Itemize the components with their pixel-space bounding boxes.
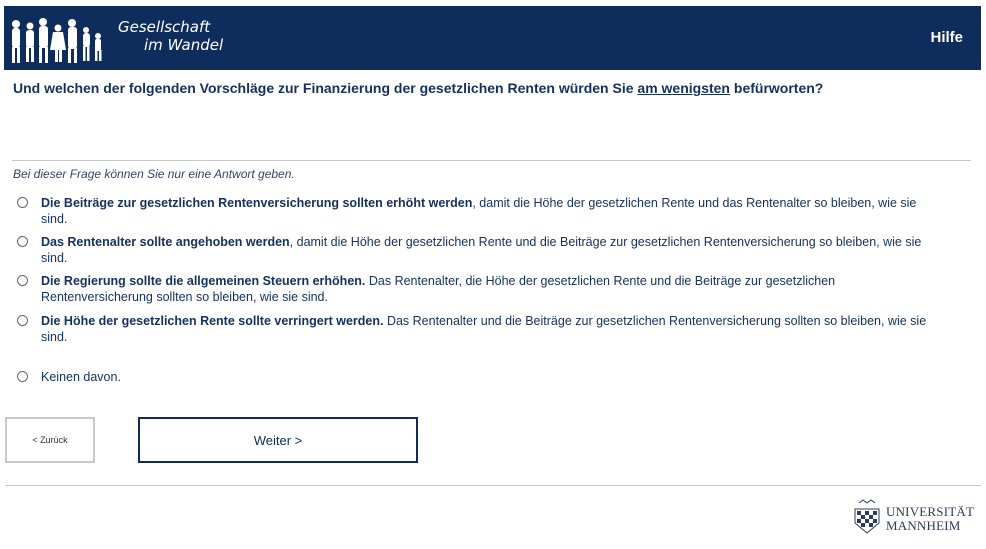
radio-button[interactable]: [17, 236, 28, 247]
radio-button[interactable]: [17, 275, 28, 286]
question-emphasis: am wenigsten: [637, 80, 730, 96]
university-seal-icon: [854, 499, 880, 534]
divider: [12, 160, 971, 161]
answer-label-bold: Die Höhe der gesetzlichen Rente sollte v…: [41, 314, 384, 328]
answer-label-bold: Die Beiträge zur gesetzlichen Rentenvers…: [41, 196, 473, 210]
university-name-line-2: MANNHEIM: [886, 518, 961, 533]
next-button[interactable]: Weiter >: [138, 417, 418, 463]
logo-line-2: im Wandel: [144, 36, 224, 54]
header-bar: Gesellschaft im Wandel Hilfe: [4, 6, 981, 70]
answer-label-bold: Die Regierung sollte die allgemeinen Ste…: [41, 274, 366, 288]
gesellschaft-im-wandel-logo: Gesellschaft im Wandel: [8, 14, 248, 68]
answer-label: Keinen davon.: [41, 369, 941, 385]
people-silhouette-icon: [12, 18, 102, 63]
radio-button[interactable]: [17, 371, 28, 382]
answer-label-bold: Das Rentenalter sollte angehoben werden: [41, 235, 290, 249]
answer-label: Die Regierung sollte die allgemeinen Ste…: [41, 273, 941, 305]
question-text-before: Und welchen der folgenden Vorschläge zur…: [13, 80, 638, 96]
answer-label: Die Höhe der gesetzlichen Rente sollte v…: [41, 313, 941, 345]
instruction-text: Bei dieser Frage können Sie nur eine Ant…: [13, 167, 295, 181]
answer-label: Das Rentenalter sollte angehoben werden,…: [41, 234, 941, 266]
question-text: Und welchen der folgenden Vorschläge zur…: [13, 80, 973, 96]
radio-button[interactable]: [17, 197, 28, 208]
logo-line-1: Gesellschaft: [118, 18, 211, 36]
help-link[interactable]: Hilfe: [930, 29, 963, 46]
university-name-line-1: UNIVERSITÄT: [886, 504, 975, 519]
university-name: UNIVERSITÄT MANNHEIM: [886, 505, 974, 533]
footer-divider: [5, 485, 981, 486]
answer-label: Die Beiträge zur gesetzlichen Rentenvers…: [41, 195, 941, 227]
answer-label-rest: Keinen davon.: [41, 370, 121, 384]
radio-button[interactable]: [17, 315, 28, 326]
university-mannheim-logo: UNIVERSITÄT MANNHEIM: [850, 497, 982, 537]
back-button[interactable]: < Zurück: [5, 417, 95, 463]
question-text-after: befürworten?: [730, 80, 824, 96]
logo-text: Gesellschaft im Wandel: [118, 18, 223, 54]
